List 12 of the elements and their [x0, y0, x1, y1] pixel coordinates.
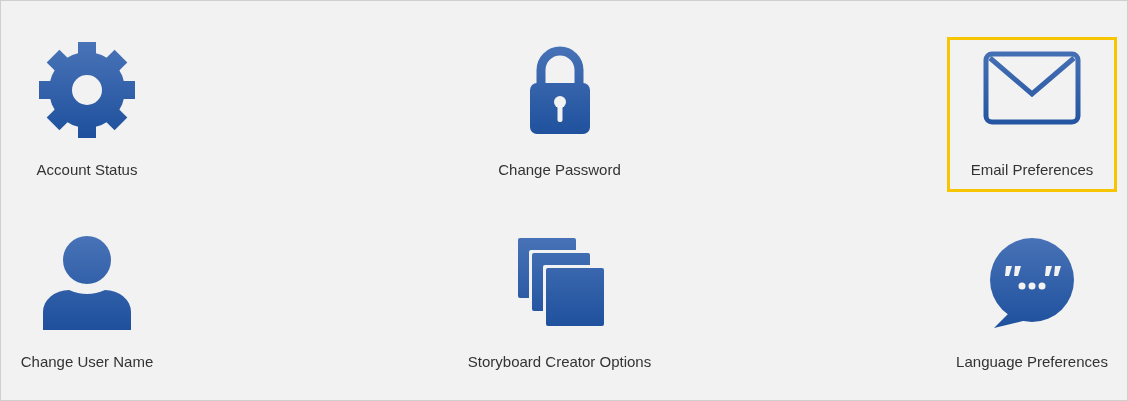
settings-tile[interactable]: Email Preferences — [947, 37, 1117, 192]
settings-tile[interactable]: Language Preferences — [947, 229, 1117, 384]
tile-label: Storyboard Creator Options — [467, 352, 652, 372]
settings-tile[interactable]: Account Status — [2, 37, 172, 192]
tile-label: Change Password — [498, 160, 621, 180]
tile-label: Language Preferences — [956, 352, 1108, 372]
settings-tile[interactable]: Storyboard Creator Options — [459, 229, 660, 384]
tile-label: Account Status — [36, 160, 138, 180]
settings-tile[interactable]: Change User Name — [2, 229, 172, 384]
settings-tile[interactable]: Change Password — [459, 37, 660, 192]
tile-label: Email Preferences — [970, 160, 1094, 180]
tile-label: Change User Name — [20, 352, 154, 372]
